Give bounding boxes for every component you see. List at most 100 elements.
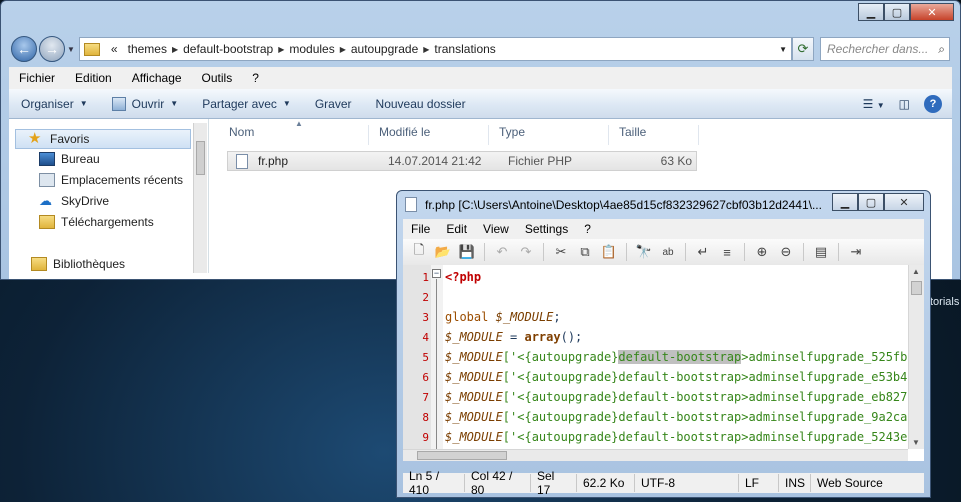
wrap-icon[interactable]: ↵: [693, 242, 713, 262]
menu-fichier[interactable]: Fichier: [9, 71, 65, 85]
breadcrumb-modules[interactable]: modules: [289, 42, 334, 56]
menu-affichage[interactable]: Affichage: [122, 71, 192, 85]
libraries-icon: [31, 257, 47, 271]
column-header-type[interactable]: Type: [489, 125, 609, 145]
menu-outils[interactable]: Outils: [192, 71, 243, 85]
code-editor[interactable]: − 1 <?php 2 3 global $_MODULE; 4 $_MODUL…: [403, 265, 924, 461]
address-dropdown-icon[interactable]: ▼: [779, 45, 787, 54]
scrollbar-thumb[interactable]: [911, 281, 922, 295]
code-string: >adminselfupgrade_5243e62: [741, 430, 922, 444]
nav-desktop-label: Bureau: [61, 152, 100, 166]
menu-view[interactable]: View: [475, 222, 517, 236]
organize-button[interactable]: Organiser ▼: [9, 97, 100, 111]
column-header-name[interactable]: Nom: [219, 125, 369, 145]
new-file-icon[interactable]: 🗋: [409, 242, 429, 262]
scroll-down-icon[interactable]: ▼: [912, 438, 920, 447]
open-button[interactable]: Ouvrir ▼: [100, 96, 191, 111]
code-line: 8 $_MODULE['<{autoupgrade}default-bootst…: [403, 407, 921, 427]
scroll-up-icon[interactable]: ▲: [912, 267, 920, 276]
code-punct: ();: [560, 330, 583, 344]
search-input[interactable]: Rechercher dans... ⌕: [820, 37, 950, 61]
menu-help[interactable]: ?: [242, 71, 269, 85]
close-button[interactable]: ✕: [884, 193, 924, 211]
paste-icon[interactable]: 📋: [599, 242, 619, 262]
new-folder-button[interactable]: Nouveau dossier: [364, 97, 478, 111]
breadcrumb-default-bootstrap[interactable]: default-bootstrap: [183, 42, 273, 56]
nav-desktop[interactable]: Bureau: [39, 152, 100, 166]
refresh-button[interactable]: ⟳: [792, 37, 814, 61]
help-icon[interactable]: ?: [924, 94, 942, 113]
redo-icon[interactable]: ↷: [516, 242, 536, 262]
find-icon[interactable]: 🔭: [634, 242, 654, 262]
breadcrumb-separator-icon[interactable]: ▶: [423, 45, 429, 54]
back-button[interactable]: ←: [11, 36, 37, 62]
explorer-caption-buttons: ▁ ▢ ✕: [858, 3, 954, 21]
history-dropdown-icon[interactable]: ▼: [67, 45, 75, 54]
star-icon: ★: [28, 130, 42, 147]
copy-icon[interactable]: ⧉: [575, 242, 595, 262]
undo-icon[interactable]: ↶: [492, 242, 512, 262]
breadcrumb-autoupgrade[interactable]: autoupgrade: [351, 42, 418, 56]
replace-icon[interactable]: ab: [658, 242, 678, 262]
code-line: 1 <?php: [403, 267, 481, 287]
nav-recent[interactable]: Emplacements récents: [39, 173, 183, 187]
forward-button[interactable]: →: [39, 36, 65, 62]
status-column: Col 42 / 80: [465, 469, 531, 497]
minimize-button[interactable]: ▁: [832, 193, 858, 211]
menu-help[interactable]: ?: [576, 222, 599, 236]
breadcrumb-separator-icon[interactable]: ▶: [340, 45, 346, 54]
column-header-modified[interactable]: Modifié le: [369, 125, 489, 145]
menu-settings[interactable]: Settings: [517, 222, 576, 236]
burn-button[interactable]: Graver: [303, 97, 364, 111]
menu-file[interactable]: File: [403, 222, 438, 236]
explorer-menubar: Fichier Edition Affichage Outils ?: [9, 67, 952, 89]
close-button[interactable]: ✕: [910, 3, 954, 21]
breadcrumb-translations[interactable]: translations: [434, 42, 495, 56]
scrollbar-thumb[interactable]: [417, 451, 507, 460]
scrollbar-thumb[interactable]: [196, 141, 205, 175]
zoom-out-icon[interactable]: ⊖: [776, 242, 796, 262]
address-bar[interactable]: « themes ▶ default-bootstrap ▶ modules ▶…: [78, 37, 792, 61]
chevron-down-icon: ▼: [79, 99, 88, 108]
code-punct: ;: [553, 310, 561, 324]
toolbar-separator: [685, 243, 686, 261]
editor-vertical-scrollbar[interactable]: ▲ ▼: [908, 265, 924, 449]
code-string: ['<{autoupgrade}: [502, 370, 619, 384]
fold-toggle-icon[interactable]: −: [432, 269, 441, 278]
menu-edition[interactable]: Edition: [65, 71, 122, 85]
zoom-in-icon[interactable]: ⊕: [752, 242, 772, 262]
menu-edit[interactable]: Edit: [438, 222, 475, 236]
share-label: Partager avec: [202, 96, 277, 111]
maximize-button[interactable]: ▢: [884, 3, 910, 21]
notepad-title: fr.php [C:\Users\Antoine\Desktop\4ae85d1…: [425, 197, 822, 212]
code-line: 3 global $_MODULE;: [403, 307, 560, 327]
list-icon[interactable]: ≡: [717, 242, 737, 262]
save-icon[interactable]: 💾: [457, 242, 477, 262]
file-row[interactable]: fr.php 14.07.2014 21:42 Fichier PHP 63 K…: [227, 151, 697, 171]
nav-skydrive[interactable]: ☁ SkyDrive: [39, 194, 109, 209]
code-string: ['<{autoupgrade}: [502, 390, 619, 404]
breadcrumb-separator-icon[interactable]: ▶: [172, 45, 178, 54]
sync-view-icon[interactable]: ▤: [811, 242, 831, 262]
maximize-button[interactable]: ▢: [858, 193, 884, 211]
open-file-icon[interactable]: 📂: [433, 242, 453, 262]
column-header-size[interactable]: Taille: [609, 125, 699, 145]
navigation-pane-scrollbar[interactable]: [193, 123, 207, 273]
minimize-button[interactable]: ▁: [858, 3, 884, 21]
editor-horizontal-scrollbar[interactable]: [403, 449, 908, 461]
view-options-icon[interactable]: ☰ ▼: [863, 97, 885, 111]
breadcrumb-separator-icon[interactable]: ▶: [278, 45, 284, 54]
code-variable: $_MODULE: [445, 370, 503, 384]
code-keyword: global: [445, 310, 489, 324]
breadcrumb-themes[interactable]: themes: [128, 42, 167, 56]
plugin-icon[interactable]: ⇥: [846, 242, 866, 262]
nav-downloads[interactable]: Téléchargements: [39, 215, 154, 229]
breadcrumb-overflow[interactable]: «: [111, 42, 118, 56]
share-button[interactable]: Partager avec ▼: [190, 97, 303, 111]
nav-libraries[interactable]: Bibliothèques: [31, 257, 125, 271]
preview-pane-icon[interactable]: ◫: [899, 97, 910, 111]
cut-icon[interactable]: ✂: [551, 242, 571, 262]
new-folder-label: Nouveau dossier: [375, 96, 466, 111]
burn-label: Graver: [314, 96, 352, 111]
nav-favorites[interactable]: ★ Favoris: [15, 129, 191, 149]
